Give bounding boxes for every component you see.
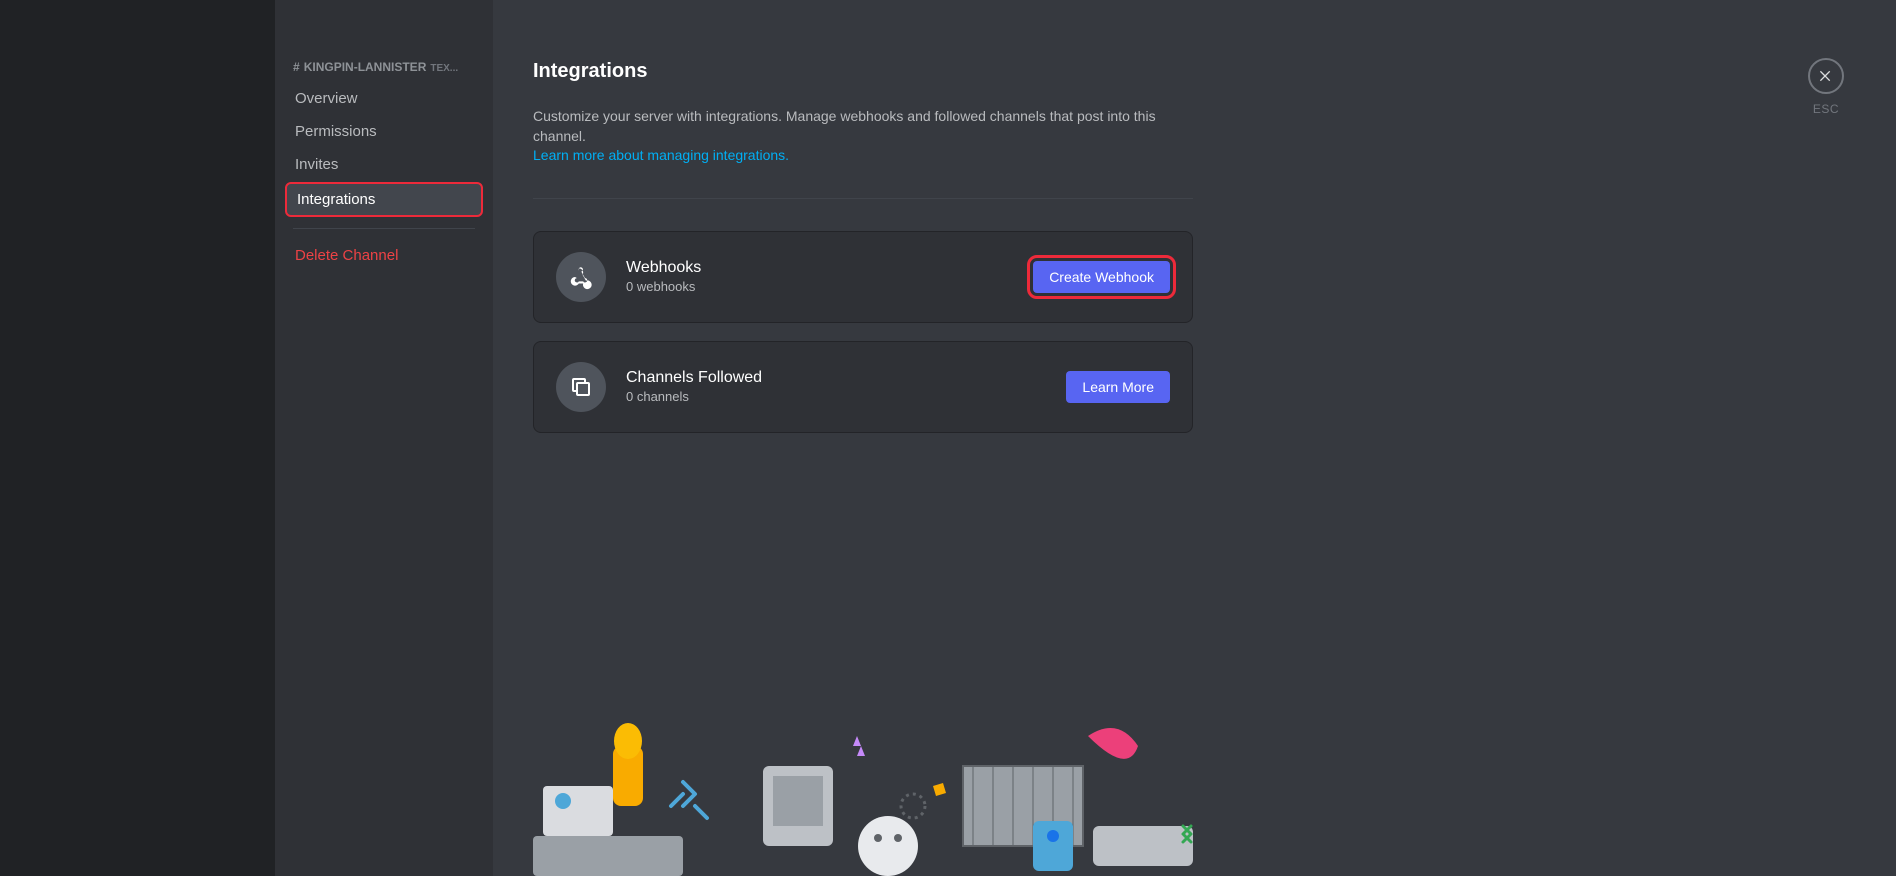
description-text: Customize your server with integrations.…	[533, 108, 1156, 144]
create-webhook-button[interactable]: Create Webhook	[1033, 261, 1170, 293]
close-label: ESC	[1813, 102, 1839, 116]
sidebar-item-permissions[interactable]: Permissions	[285, 116, 483, 147]
webhooks-subtitle: 0 webhooks	[626, 279, 1033, 294]
app-root: # KINGPIN-LANNISTER TEX... Overview Perm…	[0, 0, 1896, 876]
integrations-illustration	[533, 706, 1213, 876]
webhooks-title: Webhooks	[626, 259, 1033, 277]
sidebar-item-invites[interactable]: Invites	[285, 149, 483, 180]
channel-header: # KINGPIN-LANNISTER TEX...	[285, 60, 483, 82]
channels-followed-card: Channels Followed 0 channels Learn More	[533, 341, 1193, 433]
close-icon	[1818, 68, 1834, 84]
learn-more-link[interactable]: Learn more about managing integrations.	[533, 147, 789, 163]
left-gutter	[0, 0, 275, 876]
sidebar-separator	[293, 228, 475, 229]
sidebar-item-integrations[interactable]: Integrations	[285, 182, 483, 217]
channels-followed-subtitle: 0 channels	[626, 389, 1066, 404]
close-wrap: ESC	[1808, 58, 1844, 116]
settings-sidebar: # KINGPIN-LANNISTER TEX... Overview Perm…	[275, 0, 493, 876]
close-button[interactable]	[1808, 58, 1844, 94]
content: Integrations Customize your server with …	[493, 0, 1233, 876]
page-description: Customize your server with integrations.…	[533, 107, 1193, 166]
webhooks-card: Webhooks 0 webhooks Create Webhook	[533, 231, 1193, 323]
hash-icon: #	[293, 60, 300, 74]
sidebar-item-overview[interactable]: Overview	[285, 83, 483, 114]
learn-more-button[interactable]: Learn More	[1066, 371, 1170, 403]
channels-followed-card-body: Channels Followed 0 channels	[626, 369, 1066, 404]
channel-type: TEX...	[430, 63, 458, 74]
followed-channels-icon	[556, 362, 606, 412]
sidebar-item-delete-channel[interactable]: Delete Channel	[285, 240, 483, 271]
divider	[533, 198, 1193, 199]
webhook-icon	[556, 252, 606, 302]
page-title: Integrations	[533, 60, 1193, 83]
content-wrap: Integrations Customize your server with …	[493, 0, 1896, 876]
channels-followed-title: Channels Followed	[626, 369, 1066, 387]
webhooks-card-body: Webhooks 0 webhooks	[626, 259, 1033, 294]
channel-name: KINGPIN-LANNISTER	[304, 60, 427, 74]
